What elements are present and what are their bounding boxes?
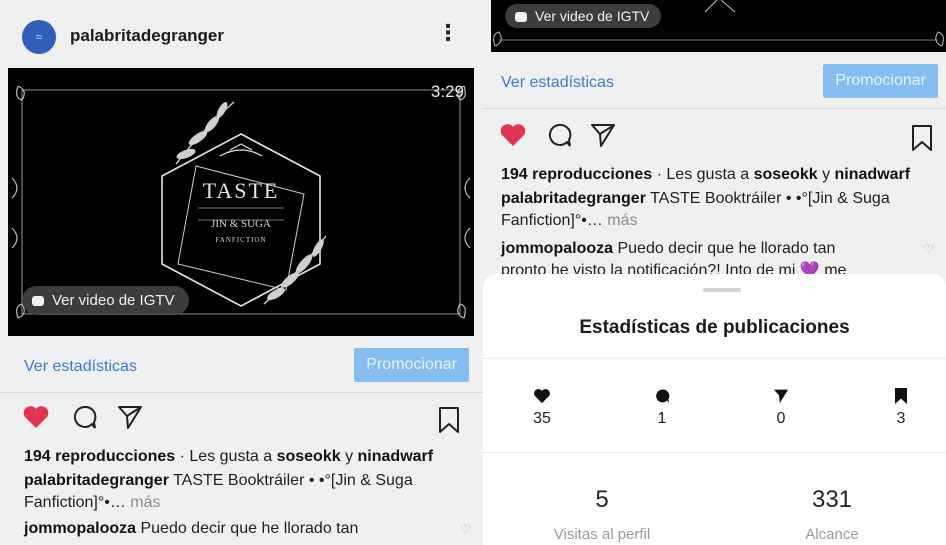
likes-summary: 194 reproducciones · Les gusta a soseokk…	[501, 164, 932, 186]
comment: jommopalooza Puedo decir que he llorado …	[501, 238, 922, 260]
profile-visits-stat: 5 Visitas al perfil	[522, 486, 682, 543]
comment-like-icon[interactable]: ♡	[460, 522, 471, 536]
comment-user[interactable]: jommopalooza	[24, 520, 136, 537]
igtv-button[interactable]: Ver video de IGTV	[505, 4, 662, 28]
divider	[0, 392, 483, 393]
insights-row: Ver estadísticas Promocionar	[0, 340, 483, 394]
username[interactable]: palabritadegranger	[70, 26, 224, 46]
heart-icon	[534, 389, 550, 404]
views-count: 194 reproducciones	[501, 166, 653, 183]
avatar[interactable]: ≈	[22, 20, 56, 54]
igtv-label: Ver video de IGTV	[535, 8, 650, 24]
tv-icon	[515, 12, 527, 22]
caption: palabritadegranger TASTE Booktráiler • •…	[24, 470, 461, 514]
reach-stat: 331 Alcance	[752, 486, 912, 543]
sheet-divider	[483, 452, 946, 453]
likes-count: 35	[533, 410, 551, 427]
sheet-divider	[483, 358, 946, 359]
shares-count: 0	[776, 410, 786, 427]
igtv-video[interactable]: Ver video de IGTV	[491, 0, 946, 52]
video-title: TASTE	[202, 178, 280, 203]
igtv-video[interactable]: TASTE JIN & SUGA FANFICTION 3:29 Ver vid…	[8, 68, 474, 336]
left-screenshot: ≈ palabritadegranger ⋮ TASTE JIN & SUGA …	[0, 0, 483, 545]
saves-count: 3	[896, 410, 906, 427]
views-count: 194 reproducciones	[24, 448, 176, 465]
reach-count: 331	[811, 486, 853, 513]
likes-prefix: · Les gusta a	[179, 448, 273, 465]
more-link[interactable]: más	[130, 494, 160, 511]
likes-summary: 194 reproducciones · Les gusta a soseokk…	[24, 446, 461, 468]
tv-icon	[32, 296, 44, 306]
comment-user[interactable]: jommopalooza	[501, 240, 613, 257]
comment-text-cut: pronto he visto la notificación?! Into d…	[501, 262, 847, 274]
post-actions	[483, 122, 946, 162]
promote-button[interactable]: Promocionar	[823, 64, 938, 98]
comment-continuation: pronto he visto la notificación?! Into d…	[501, 260, 932, 274]
insights-row: Ver estadísticas Promocionar	[483, 56, 946, 110]
comments-stat: 1	[622, 386, 702, 428]
comment: jommopalooza Puedo decir que he llorado …	[24, 518, 461, 540]
likes-stat: 35	[502, 386, 582, 428]
heart-icon[interactable]	[499, 122, 527, 148]
comment-like-icon[interactable]: ♡	[923, 242, 934, 256]
profile-visits-label: Visitas al perfil	[553, 526, 651, 543]
saves-stat: 3	[861, 386, 941, 428]
comment-icon[interactable]	[545, 122, 573, 148]
post-header: ≈ palabritadegranger ⋮	[0, 0, 483, 68]
send-icon	[773, 389, 789, 404]
igtv-button[interactable]: Ver video de IGTV	[22, 286, 189, 315]
video-duration: 3:29	[430, 82, 464, 101]
and-word: y	[822, 166, 831, 183]
comment-icon	[656, 389, 670, 404]
drag-handle[interactable]	[703, 288, 741, 292]
liker-1[interactable]: soseokk	[277, 448, 341, 465]
divider	[483, 108, 946, 109]
caption-user[interactable]: palabritadegranger	[501, 190, 646, 207]
right-screenshot: Ver video de IGTV Ver estadísticas Promo…	[483, 0, 946, 545]
view-insights-link[interactable]: Ver estadísticas	[501, 74, 614, 92]
comment-text: Puedo decir que he llorado tan	[617, 240, 836, 257]
igtv-label: Ver video de IGTV	[52, 292, 175, 309]
profile-visits-count: 5	[595, 486, 609, 513]
sheet-title: Estadísticas de publicaciones	[579, 317, 850, 338]
insights-sheet: Estadísticas de publicaciones 35 1 0 3 5…	[483, 274, 946, 545]
comment-icon[interactable]	[70, 404, 98, 430]
video-tag: FANFICTION	[215, 236, 267, 244]
promote-button[interactable]: Promocionar	[354, 348, 469, 382]
bookmark-icon	[895, 388, 907, 404]
post-actions	[0, 404, 483, 444]
send-icon[interactable]	[589, 122, 617, 148]
and-word: y	[345, 448, 354, 465]
bookmark-icon[interactable]	[437, 406, 461, 434]
caption-user[interactable]: palabritadegranger	[24, 472, 169, 489]
caption: palabritadegranger TASTE Booktráiler • •…	[501, 188, 932, 232]
liker-1[interactable]: soseokk	[754, 166, 818, 183]
video-subtitle: JIN & SUGA	[211, 218, 271, 230]
heart-icon[interactable]	[22, 404, 50, 430]
comment-text: Puedo decir que he llorado tan	[140, 520, 359, 537]
more-link[interactable]: más	[607, 212, 637, 229]
bookmark-icon[interactable]	[910, 124, 934, 152]
reach-label: Alcance	[805, 526, 859, 543]
view-insights-link[interactable]: Ver estadísticas	[24, 358, 137, 376]
shares-stat: 0	[741, 386, 821, 428]
comments-count: 1	[657, 410, 667, 427]
liker-2[interactable]: ninadwarf	[835, 166, 911, 183]
liker-2[interactable]: ninadwarf	[358, 448, 434, 465]
send-icon[interactable]	[116, 404, 144, 430]
more-options-icon[interactable]: ⋮	[437, 22, 459, 44]
likes-prefix: · Les gusta a	[656, 166, 750, 183]
